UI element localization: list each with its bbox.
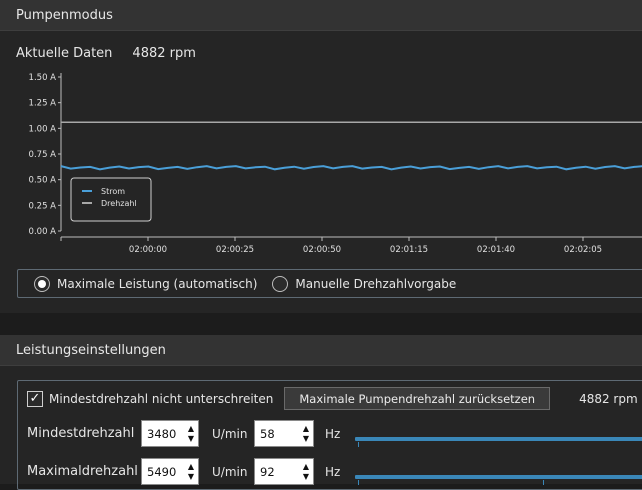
max-rpm-value: 4882 rpm	[579, 391, 638, 406]
x-tick-label: 02:00:00	[129, 245, 167, 255]
min-speed-check-label: Mindestdrehzahl nicht unterschreiten	[49, 391, 274, 406]
min-hz-value[interactable]: 58	[255, 427, 299, 441]
power-settings-panel: Leistungseinstellungen ✓ Mindestdrehzahl…	[0, 335, 642, 490]
mode-manual-radio[interactable]: Manuelle Drehzahlvorgabe	[272, 275, 457, 292]
y-tick-label: 1.50 A	[29, 73, 57, 83]
min-rpm-unit: U/min	[212, 426, 248, 441]
max-speed-slider[interactable]	[355, 475, 642, 479]
min-speed-slider[interactable]	[355, 437, 642, 441]
chart-svg: 0.00 A 0.25 A 0.50 A 0.75 A 1.00 A 1.25 A 1.50…	[29, 73, 642, 255]
mode-auto-label: Maximale Leistung (automatisch)	[57, 276, 258, 291]
current-chart: 0.00 A 0.25 A 0.50 A 0.75 A 1.00 A 1.25 A 1.50…	[0, 62, 642, 257]
current-data-label: Aktuelle Daten	[16, 46, 113, 61]
x-tick-label: 02:00:25	[216, 245, 254, 255]
x-tick-label: 02:02:05	[564, 245, 602, 255]
max-hz-unit: Hz	[325, 464, 341, 479]
max-slider-tick	[543, 480, 544, 485]
current-rpm-value: 4882 rpm	[132, 46, 196, 61]
spin-arrows-icon[interactable]: ▲ ▼	[184, 424, 198, 444]
max-rpm-spinbox[interactable]: 5490 ▲ ▼	[141, 458, 199, 485]
checkmark-icon: ✓	[29, 391, 41, 406]
min-rpm-spinbox[interactable]: 3480 ▲ ▼	[141, 420, 199, 447]
min-speed-check-row: ✓ Mindestdrehzahl nicht unterschreiten M…	[27, 387, 638, 410]
max-rpm-unit: U/min	[212, 464, 248, 479]
y-tick-label: 1.00 A	[29, 124, 57, 134]
min-rpm-value[interactable]: 3480	[142, 427, 184, 441]
x-tick-label: 02:01:40	[477, 245, 515, 255]
max-hz-value[interactable]: 92	[255, 465, 299, 479]
power-settings-title: Leistungseinstellungen	[16, 342, 166, 358]
y-tick-label: 0.00 A	[29, 227, 57, 237]
pump-mode-header: Pumpenmodus	[0, 0, 642, 31]
x-tick-label: 02:00:50	[303, 245, 341, 255]
spin-arrows-icon[interactable]: ▲ ▼	[184, 462, 198, 482]
y-tick-label: 0.75 A	[29, 150, 57, 160]
radio-unchecked-icon[interactable]	[272, 275, 289, 292]
power-settings-header: Leistungseinstellungen	[0, 335, 642, 366]
max-slider-tick	[358, 480, 359, 485]
y-tick-label: 0.50 A	[29, 176, 57, 186]
legend-label: Strom	[101, 187, 125, 196]
legend-label: Drehzahl	[101, 199, 137, 208]
current-data-row: Aktuelle Daten 4882 rpm	[16, 46, 196, 61]
x-tick-label: 02:01:15	[390, 245, 428, 255]
y-tick-label: 0.25 A	[29, 201, 57, 211]
mode-auto-radio[interactable]: Maximale Leistung (automatisch)	[34, 275, 258, 292]
min-speed-row: Mindestdrehzahl 3480 ▲ ▼ U/min 58 ▲ ▼ Hz	[27, 420, 340, 447]
radio-checked-icon[interactable]	[34, 275, 50, 292]
reset-max-speed-button[interactable]: Maximale Pumpendrehzahl zurücksetzen	[284, 387, 551, 410]
max-hz-spinbox[interactable]: 92 ▲ ▼	[254, 458, 314, 485]
spin-arrows-icon[interactable]: ▲ ▼	[299, 462, 313, 482]
series-line-strom	[60, 165, 642, 171]
mode-manual-label: Manuelle Drehzahlvorgabe	[295, 276, 457, 291]
power-settings-group: ✓ Mindestdrehzahl nicht unterschreiten M…	[17, 380, 642, 490]
pump-mode-panel: Pumpenmodus Aktuelle Daten 4882 rpm 0.00…	[0, 0, 642, 313]
max-rpm-value[interactable]: 5490	[142, 465, 184, 479]
max-speed-row: Maximaldrehzahl 5490 ▲ ▼ U/min 92 ▲ ▼ Hz	[27, 458, 340, 485]
y-tick-label: 1.25 A	[29, 99, 57, 109]
spin-arrows-icon[interactable]: ▲ ▼	[299, 424, 313, 444]
min-speed-label: Mindestdrehzahl	[27, 426, 135, 441]
min-slider-tick	[358, 442, 359, 447]
mode-radio-group: Maximale Leistung (automatisch) Manuelle…	[17, 269, 642, 298]
min-speed-checkbox[interactable]: ✓	[27, 390, 43, 407]
max-speed-label: Maximaldrehzahl	[27, 464, 138, 479]
min-hz-spinbox[interactable]: 58 ▲ ▼	[254, 420, 314, 447]
min-hz-unit: Hz	[325, 426, 341, 441]
pump-mode-title: Pumpenmodus	[16, 7, 113, 23]
